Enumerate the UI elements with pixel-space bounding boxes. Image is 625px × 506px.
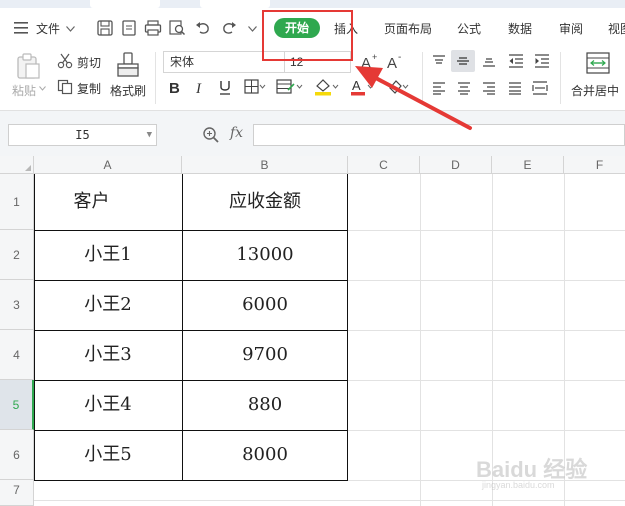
svg-text:A: A [387,55,397,70]
formula-input[interactable] [253,124,625,146]
select-all-corner[interactable] [0,156,34,174]
ribbon-divider [422,52,423,104]
annotation-highlight-box [262,10,353,61]
column-header-A[interactable]: A [34,156,182,174]
distributed-align-icon[interactable] [532,81,548,95]
cell-style-icon[interactable] [276,79,304,95]
format-painter-button[interactable]: 格式刷 [110,82,146,99]
tab-view[interactable]: 视图 [608,20,625,37]
ribbon-divider [560,52,561,104]
row-header-1[interactable]: 1 [0,174,34,230]
formula-bar: I5 ▼ fx [0,110,625,156]
svg-text:I: I [195,81,202,95]
cell-B6[interactable]: 8000 [182,430,348,480]
table-border [34,480,348,481]
align-bottom-icon[interactable] [482,54,496,68]
cell-A6[interactable]: 小王5 [34,430,182,480]
row-header-5[interactable]: 5 [0,380,34,430]
print-preview-icon[interactable] [168,20,186,36]
name-box-value: I5 [75,128,90,142]
cell-B2[interactable]: 13000 [182,230,348,280]
svg-text:A: A [352,78,361,93]
chevron-down-icon[interactable] [66,26,75,32]
svg-text:A: A [361,55,371,70]
file-menu[interactable]: 文件 [36,20,60,37]
column-header-D[interactable]: D [420,156,492,174]
paste-button[interactable]: 粘贴 [12,82,36,99]
gridline [420,174,421,506]
name-box[interactable]: I5 ▼ [8,124,157,146]
paste-icon[interactable] [14,52,42,80]
cell-B3[interactable]: 6000 [182,280,348,330]
fx-icon[interactable]: fx [230,125,243,141]
column-header-B[interactable]: B [182,156,348,174]
watermark-subtext: jingyan.baidu.com [482,480,555,490]
menu-icon[interactable] [14,22,28,34]
tab-review[interactable]: 审阅 [559,20,583,37]
window-tab-strip [0,0,625,8]
justify-icon[interactable] [508,81,522,95]
row-header-2[interactable]: 2 [0,230,34,280]
print-icon[interactable] [144,20,162,36]
cell-B4[interactable]: 9700 [182,330,348,380]
format-painter-icon[interactable] [115,52,141,78]
align-top-icon[interactable] [432,54,446,68]
row-header-6[interactable]: 6 [0,430,34,480]
chevron-down-icon[interactable] [39,86,46,91]
save-icon[interactable] [96,20,114,36]
align-right-icon[interactable] [482,81,496,95]
font-grow-icon[interactable]: A + [360,52,380,70]
tab-formulas[interactable]: 公式 [457,20,481,37]
merge-center-icon[interactable] [586,52,610,74]
export-pdf-icon[interactable] [120,20,138,36]
svg-text:B: B [169,80,180,95]
copy-button[interactable]: 复制 [77,80,101,97]
svg-text:+: + [372,52,377,62]
svg-text:-: - [398,52,401,63]
align-middle-icon [457,57,469,65]
bold-icon[interactable]: B [168,79,182,95]
align-center-icon[interactable] [457,81,471,95]
ribbon-divider [155,52,156,104]
gridline [34,500,625,501]
cut-button[interactable]: 剪切 [77,54,101,71]
decrease-indent-icon[interactable] [508,54,524,68]
fill-color-icon[interactable] [314,78,340,96]
chevron-down-icon[interactable]: ▼ [147,125,152,145]
italic-icon[interactable]: I [194,79,208,95]
row-header-4[interactable]: 4 [0,330,34,380]
chevron-down-icon[interactable] [248,26,257,32]
column-header-F[interactable]: F [564,156,625,174]
font-shrink-icon[interactable]: A - [386,52,406,70]
align-left-icon[interactable] [432,81,446,95]
column-header-C[interactable]: C [348,156,420,174]
font-color-icon[interactable]: A [350,78,376,96]
tab-data[interactable]: 数据 [508,20,532,37]
cell-B1[interactable]: 应收金额 [182,174,348,230]
baidu-watermark: Baidu 经验 jingyan.baidu.com [476,438,616,498]
row-header-7[interactable]: 7 [0,480,34,506]
row-header-3[interactable]: 3 [0,280,34,330]
borders-icon[interactable] [244,79,266,95]
align-middle-button[interactable] [451,50,475,72]
redo-icon[interactable] [220,20,238,36]
copy-icon[interactable] [57,79,73,95]
increase-indent-icon[interactable] [534,54,550,68]
cell-A3[interactable]: 小王2 [34,280,182,330]
cell-B5[interactable]: 880 [182,380,348,430]
merge-center-button[interactable]: 合并居中 [571,82,619,99]
doc-tab-hint[interactable] [200,0,270,8]
cell-A1[interactable]: 客户 [34,174,149,230]
tab-page-layout[interactable]: 页面布局 [384,20,432,37]
clear-format-icon[interactable] [386,78,412,96]
column-header-E[interactable]: E [492,156,564,174]
cell-A5[interactable]: 小王4 [34,380,182,430]
undo-icon[interactable] [194,20,212,36]
underline-icon[interactable] [218,79,232,95]
cut-icon[interactable] [57,53,73,69]
zoom-formula-icon[interactable] [202,126,220,144]
cell-A4[interactable]: 小王3 [34,330,182,380]
cell-A2[interactable]: 小王1 [34,230,182,280]
doc-tab-hint[interactable] [90,0,160,8]
